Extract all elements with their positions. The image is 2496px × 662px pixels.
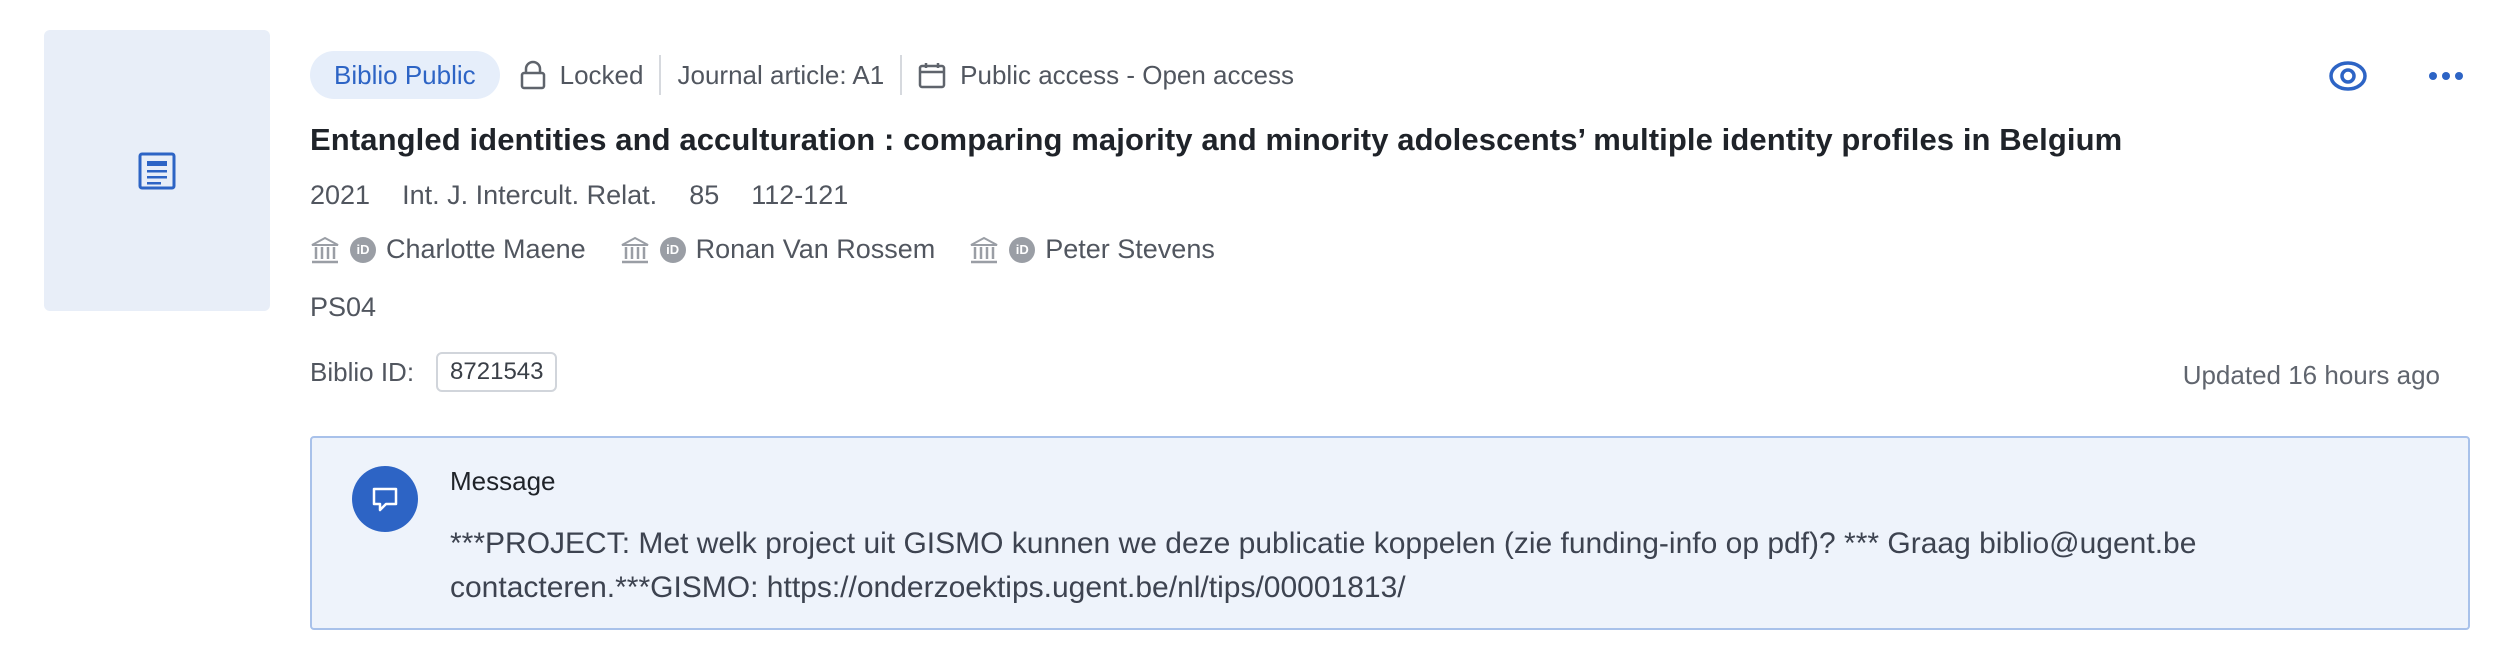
publication-card: Biblio Public Locked Journal article: A1… xyxy=(310,0,2470,662)
message-body: ***PROJECT: Met welk project uit GISMO k… xyxy=(450,527,2197,604)
publication-details: 2021 Int. J. Intercult. Relat. 85 112-12… xyxy=(310,180,848,211)
author-name[interactable]: Ronan Van Rossem xyxy=(696,234,936,265)
publication-title[interactable]: Entangled identities and acculturation :… xyxy=(310,122,2122,158)
document-icon xyxy=(138,152,176,189)
orcid-icon: iD xyxy=(659,236,686,263)
page-range: 112-121 xyxy=(751,180,849,210)
message-title: Message xyxy=(450,466,556,496)
biblio-id-value[interactable]: 8721543 xyxy=(436,352,558,392)
updated-timestamp: Updated 16 hours ago xyxy=(2182,360,2440,390)
author-item: iD Ronan Van Rossem xyxy=(620,234,936,265)
publication-thumbnail[interactable] xyxy=(44,30,270,311)
department-code: PS04 xyxy=(310,292,377,322)
journal-volume: 85 xyxy=(689,180,720,210)
more-options-button[interactable] xyxy=(2422,52,2470,100)
lock-status-label: Locked xyxy=(559,59,644,90)
publication-year: 2021 xyxy=(310,180,371,210)
message-icon xyxy=(352,466,418,532)
lock-status: Locked xyxy=(500,60,660,91)
author-item: iD Charlotte Maene xyxy=(310,234,586,265)
author-name[interactable]: Peter Stevens xyxy=(1045,234,1215,265)
publication-type: Journal article: A1 xyxy=(677,59,885,90)
access-label: Public access - Open access xyxy=(960,59,1294,90)
orcid-icon: iD xyxy=(1009,236,1036,263)
institution-icon xyxy=(621,236,649,263)
message-box: Message ***PROJECT: Met welk project uit… xyxy=(310,436,2470,630)
lock-icon xyxy=(520,60,545,90)
calendar-icon xyxy=(918,63,946,89)
orcid-icon: iD xyxy=(350,236,376,263)
journal-name: Int. J. Intercult. Relat. xyxy=(402,180,658,210)
meta-row: Biblio Public Locked Journal article: A1… xyxy=(310,50,1310,100)
access-level: Public access - Open access xyxy=(902,60,1310,91)
more-horizontal-icon xyxy=(2429,72,2463,80)
author-item: iD Peter Stevens xyxy=(969,234,1215,265)
view-button[interactable] xyxy=(2324,52,2372,100)
institution-icon xyxy=(311,236,339,263)
author-name[interactable]: Charlotte Maene xyxy=(386,234,586,265)
biblio-public-badge: Biblio Public xyxy=(310,51,500,99)
institution-icon xyxy=(970,236,998,263)
author-list: iD Charlotte Maene iD Ronan Van Rossem i… xyxy=(310,234,1215,265)
biblio-id-row: Biblio ID: 8721543 xyxy=(310,352,558,392)
biblio-id-label: Biblio ID: xyxy=(310,356,415,387)
eye-icon xyxy=(2329,61,2367,91)
card-actions xyxy=(2324,52,2470,100)
